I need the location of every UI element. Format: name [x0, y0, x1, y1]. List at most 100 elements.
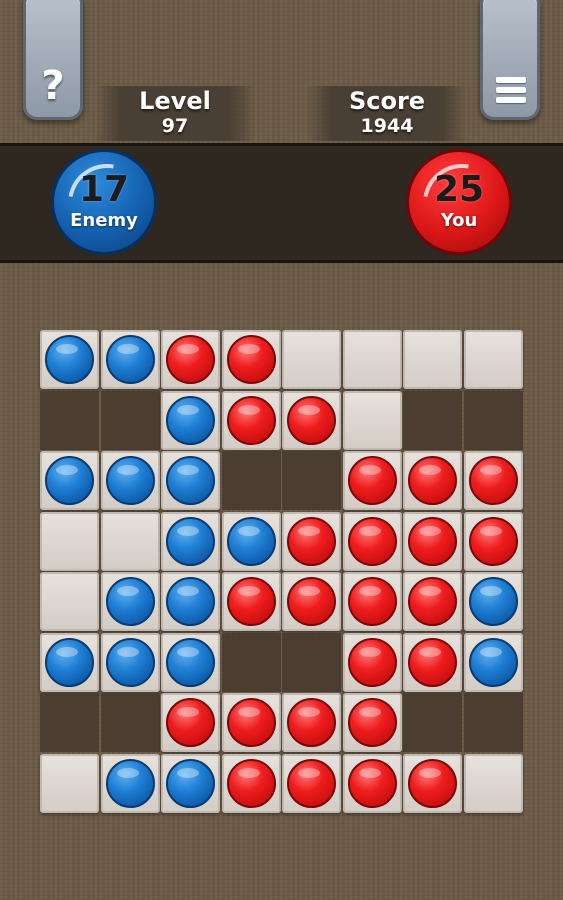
red-piece[interactable]: [408, 758, 457, 808]
blue-piece[interactable]: [166, 516, 215, 566]
board-cell[interactable]: [40, 511, 99, 571]
board-cell[interactable]: [161, 572, 220, 631]
red-piece[interactable]: [408, 577, 457, 626]
hamburger-menu-icon: [496, 73, 526, 103]
board-cell[interactable]: [463, 451, 523, 510]
board-cell[interactable]: [221, 572, 281, 631]
board-cell[interactable]: [463, 511, 523, 571]
level-panel: Level 97: [95, 86, 255, 141]
board-cell[interactable]: [403, 632, 462, 692]
red-piece[interactable]: [166, 335, 215, 384]
board-cell[interactable]: [40, 451, 99, 510]
blue-piece[interactable]: [166, 395, 215, 445]
board-cell[interactable]: [282, 511, 341, 571]
blue-piece[interactable]: [166, 577, 215, 626]
blue-piece[interactable]: [468, 637, 518, 687]
blue-piece[interactable]: [45, 637, 94, 687]
board-hole: [282, 451, 341, 510]
help-button[interactable]: ?: [23, 0, 83, 120]
board-cell[interactable]: [403, 511, 462, 571]
board-cell[interactable]: [161, 632, 220, 692]
board-cell[interactable]: [282, 390, 341, 450]
board-cell[interactable]: [282, 572, 341, 631]
red-piece[interactable]: [287, 577, 336, 626]
board-cell[interactable]: [100, 330, 160, 389]
board-cell[interactable]: [100, 753, 160, 813]
red-piece[interactable]: [468, 456, 518, 505]
board-cell[interactable]: [221, 330, 281, 389]
board-cell[interactable]: [342, 330, 402, 389]
board-cell[interactable]: [100, 572, 160, 631]
board-cell[interactable]: [463, 632, 523, 692]
blue-piece[interactable]: [105, 335, 155, 384]
red-piece[interactable]: [468, 516, 518, 566]
blue-piece[interactable]: [166, 758, 215, 808]
board-cell[interactable]: [40, 572, 99, 631]
board-cell[interactable]: [342, 693, 402, 752]
board-hole: [463, 390, 523, 450]
board-cell[interactable]: [342, 632, 402, 692]
red-piece[interactable]: [347, 577, 397, 626]
board-cell[interactable]: [342, 451, 402, 510]
blue-piece[interactable]: [166, 456, 215, 505]
board-cell[interactable]: [100, 451, 160, 510]
board-cell[interactable]: [161, 330, 220, 389]
blue-piece[interactable]: [105, 637, 155, 687]
board-cell[interactable]: [403, 330, 462, 389]
red-piece[interactable]: [287, 516, 336, 566]
board-cell[interactable]: [342, 753, 402, 813]
menu-button[interactable]: [480, 0, 540, 120]
board-cell[interactable]: [403, 451, 462, 510]
board-cell[interactable]: [463, 572, 523, 631]
board-cell[interactable]: [161, 451, 220, 510]
red-piece[interactable]: [408, 456, 457, 505]
blue-piece[interactable]: [226, 516, 276, 566]
blue-piece[interactable]: [45, 456, 94, 505]
board-cell[interactable]: [282, 753, 341, 813]
blue-piece[interactable]: [105, 577, 155, 626]
board-cell[interactable]: [342, 511, 402, 571]
board-cell[interactable]: [403, 572, 462, 631]
board-cell[interactable]: [100, 632, 160, 692]
red-piece[interactable]: [226, 758, 276, 808]
board-cell[interactable]: [40, 753, 99, 813]
board-cell[interactable]: [221, 390, 281, 450]
blue-piece[interactable]: [468, 577, 518, 626]
red-piece[interactable]: [166, 698, 215, 747]
blue-piece[interactable]: [105, 758, 155, 808]
board-cell[interactable]: [221, 693, 281, 752]
board-cell[interactable]: [342, 572, 402, 631]
board-cell[interactable]: [161, 693, 220, 752]
red-piece[interactable]: [287, 758, 336, 808]
red-piece[interactable]: [347, 698, 397, 747]
board-cell[interactable]: [221, 753, 281, 813]
red-piece[interactable]: [226, 577, 276, 626]
board-cell[interactable]: [40, 330, 99, 389]
board-cell[interactable]: [342, 390, 402, 450]
red-piece[interactable]: [408, 516, 457, 566]
red-piece[interactable]: [226, 335, 276, 384]
red-piece[interactable]: [408, 637, 457, 687]
board-cell[interactable]: [161, 753, 220, 813]
board-cell[interactable]: [221, 511, 281, 571]
red-piece[interactable]: [347, 456, 397, 505]
board-cell[interactable]: [463, 753, 523, 813]
board-cell[interactable]: [100, 511, 160, 571]
red-piece[interactable]: [226, 395, 276, 445]
red-piece[interactable]: [287, 395, 336, 445]
red-piece[interactable]: [347, 637, 397, 687]
board-cell[interactable]: [282, 330, 341, 389]
board-cell[interactable]: [463, 330, 523, 389]
red-piece[interactable]: [287, 698, 336, 747]
board-cell[interactable]: [161, 390, 220, 450]
board-cell[interactable]: [40, 632, 99, 692]
blue-piece[interactable]: [166, 637, 215, 687]
board-cell[interactable]: [161, 511, 220, 571]
red-piece[interactable]: [347, 758, 397, 808]
red-piece[interactable]: [226, 698, 276, 747]
blue-piece[interactable]: [105, 456, 155, 505]
board-cell[interactable]: [282, 693, 341, 752]
board-cell[interactable]: [403, 753, 462, 813]
blue-piece[interactable]: [45, 335, 94, 384]
red-piece[interactable]: [347, 516, 397, 566]
